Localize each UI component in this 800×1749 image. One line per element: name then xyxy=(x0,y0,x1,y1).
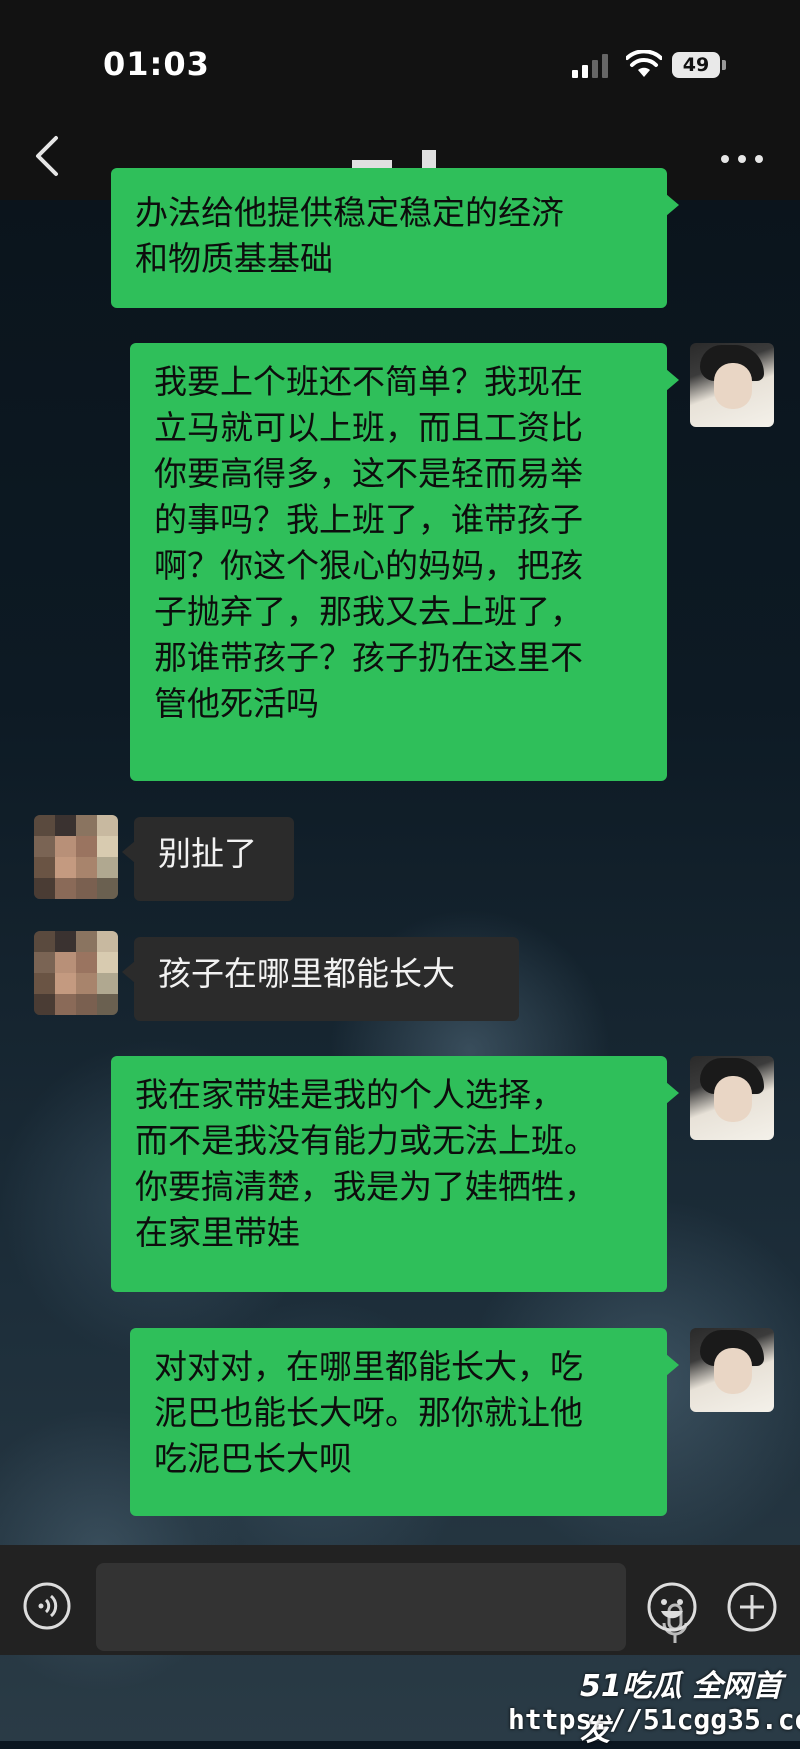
avatar[interactable] xyxy=(34,815,118,899)
watermark-url: https://51cgg35.com xyxy=(508,1703,800,1736)
avatar[interactable] xyxy=(690,1328,774,1412)
more-icon[interactable] xyxy=(718,152,766,166)
avatar[interactable] xyxy=(690,343,774,427)
message-input[interactable] xyxy=(96,1563,688,1651)
emoji-icon[interactable] xyxy=(646,1581,698,1633)
message-bubble[interactable]: 我要上个班还不简单？我现在 立马就可以上班，而且工资比 你要高得多，这不是轻而易… xyxy=(130,343,679,781)
message-input-bar xyxy=(0,1545,800,1655)
message-bubble[interactable]: 我在家带娃是我的个人选择， 而不是我没有能力或无法上班。 你要搞清楚，我是为了娃… xyxy=(111,1056,679,1292)
message-bubble[interactable]: 对对对，在哪里都能长大，吃 泥巴也能长大呀。那你就让他 吃泥巴长大呗 xyxy=(130,1328,679,1516)
message-bubble[interactable]: 别扯了 xyxy=(122,817,294,901)
watermark: 51吃瓜 全网首发 https://51cgg35.com xyxy=(490,1655,800,1748)
back-icon[interactable] xyxy=(30,134,66,178)
signal-icon xyxy=(572,54,608,78)
status-time: 01:03 xyxy=(103,45,210,83)
avatar[interactable] xyxy=(34,931,118,1015)
message-bubble[interactable]: 孩子在哪里都能长大 xyxy=(122,937,519,1021)
battery-icon: 49 xyxy=(672,52,720,78)
status-bar: 01:03 49 xyxy=(0,0,800,120)
message-bubble[interactable]: 办法给他提供稳定稳定的经济 和物质基基础 xyxy=(111,168,679,308)
battery-tip xyxy=(722,60,726,70)
plus-icon[interactable] xyxy=(726,1581,778,1633)
voice-icon[interactable] xyxy=(22,1581,72,1631)
avatar[interactable] xyxy=(690,1056,774,1140)
wifi-icon xyxy=(626,50,662,77)
